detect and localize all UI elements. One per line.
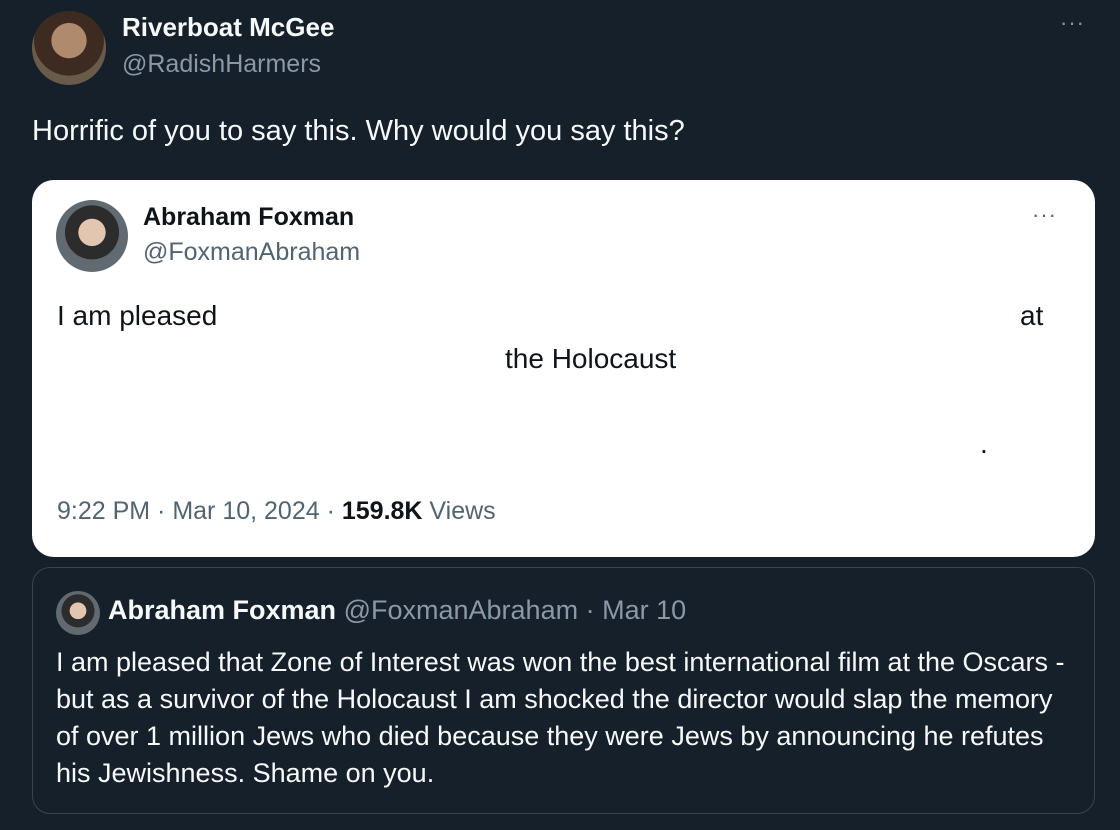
quoted-text: I am pleased that Zone of Interest was w…: [56, 647, 1065, 788]
card-text-fragment: I am pleased: [57, 300, 218, 331]
quoted-author-name: Abraham Foxman: [108, 595, 337, 625]
card-author-name: Abraham Foxman: [143, 203, 355, 231]
card-views-label: Views: [422, 497, 496, 525]
card-avatar: [56, 200, 128, 272]
card-text-fragment: .: [980, 428, 988, 459]
card-timestamp: 9:22 PM · Mar 10, 2024 ·: [57, 497, 342, 525]
card-text-fragment: at: [1020, 300, 1044, 331]
card-more-icon: ···: [1032, 202, 1057, 227]
quoted-date: · Mar 10: [585, 595, 687, 625]
quoted-avatar: [56, 591, 100, 635]
author-handle[interactable]: @RadishHarmers: [122, 50, 321, 79]
quoted-header: Abraham Foxman @FoxmanAbraham · Mar 10: [108, 595, 686, 626]
author-name[interactable]: Riverboat McGee: [122, 12, 334, 43]
card-views-count: 159.8K: [341, 497, 423, 525]
card-timestamp-views: 9:22 PM · Mar 10, 2024 · 159.8K Views: [57, 497, 496, 526]
quoted-author-handle: @FoxmanAbraham: [343, 595, 579, 625]
tweet-text: Horrific of you to say this. Why would y…: [32, 115, 685, 147]
more-options-icon[interactable]: ···: [1060, 10, 1085, 36]
card-author-handle: @FoxmanAbraham: [143, 238, 361, 266]
avatar[interactable]: [32, 11, 106, 85]
card-text-fragment: the Holocaust: [505, 343, 677, 374]
